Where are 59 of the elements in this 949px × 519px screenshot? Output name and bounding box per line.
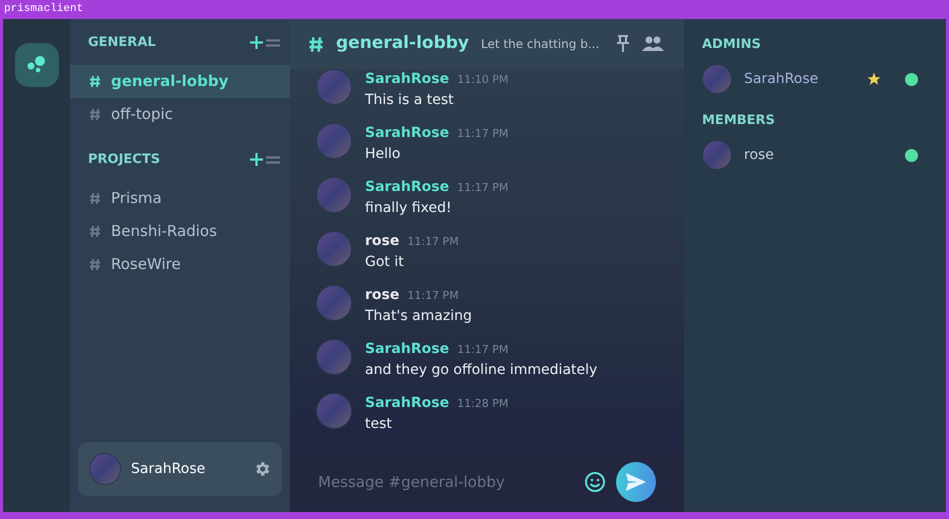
channel-item[interactable]: Prisma — [70, 182, 290, 215]
avatar — [316, 177, 352, 213]
message-time: 11:17 PM — [407, 288, 459, 304]
group-title: MEMBERS — [702, 112, 776, 130]
message-input[interactable]: Message #general-lobby — [318, 470, 574, 494]
plus-icon[interactable] — [250, 36, 263, 49]
send-icon — [626, 473, 646, 491]
message-time: 11:17 PM — [457, 342, 508, 358]
pin-icon[interactable] — [616, 35, 630, 53]
avatar — [89, 453, 121, 485]
channel-item[interactable]: general-lobby — [70, 65, 290, 98]
user-name: SarahRose — [131, 460, 206, 478]
people-icon[interactable] — [642, 36, 664, 52]
section-title: PROJECTS — [88, 150, 162, 169]
avatar — [702, 140, 732, 170]
avatar — [316, 339, 352, 375]
send-button[interactable] — [616, 462, 656, 502]
hash-icon — [89, 258, 101, 271]
channel-topic: Let the chatting b... — [481, 36, 600, 53]
member-name[interactable]: rose — [744, 144, 893, 166]
message-time: 11:17 PM — [457, 126, 508, 142]
plus-icon[interactable] — [250, 153, 263, 166]
avatar — [316, 285, 352, 321]
smiley-icon[interactable] — [584, 471, 606, 493]
member-name[interactable]: SarahRose — [744, 68, 855, 90]
section-title: GENERAL — [88, 34, 157, 52]
message-author: rose — [365, 286, 400, 305]
hash-icon — [89, 225, 101, 238]
message-text: This is a test — [365, 91, 455, 110]
avatar — [316, 231, 352, 267]
hash-icon — [89, 75, 101, 88]
group-title: ADMINS — [702, 36, 762, 54]
message-author: SarahRose — [365, 394, 450, 413]
channel-item[interactable]: RoseWire — [70, 248, 290, 281]
window-title: prismaclient — [3, 2, 84, 17]
message-text: That's amazing — [365, 307, 472, 326]
avatar — [316, 393, 352, 429]
hash-icon — [89, 108, 101, 121]
hash-icon — [89, 192, 101, 205]
message-text: finally fixed! — [365, 199, 453, 218]
message-author: rose — [365, 232, 400, 251]
message-text: and they go offoline immediately — [365, 361, 598, 380]
message-author: SarahRose — [365, 178, 450, 197]
message-time: 11:10 PM — [457, 72, 508, 88]
channel-title: general-lobby — [336, 32, 469, 56]
message-text: test — [365, 415, 393, 434]
message-author: SarahRose — [365, 70, 450, 89]
message-time: 11:28 PM — [457, 396, 508, 412]
message-author: SarahRose — [365, 340, 450, 359]
avatar — [702, 64, 732, 94]
channel-item[interactable]: Benshi-Radios — [70, 215, 290, 248]
message-author: SarahRose — [365, 124, 450, 143]
message-time: 11:17 PM — [457, 180, 508, 196]
hash-icon — [308, 36, 324, 52]
message-text: Hello — [365, 145, 402, 164]
message-time: 11:17 PM — [407, 234, 459, 250]
server-button[interactable] — [14, 43, 58, 87]
channel-item[interactable]: off-topic — [70, 98, 290, 131]
message-text: Got it — [365, 253, 405, 272]
